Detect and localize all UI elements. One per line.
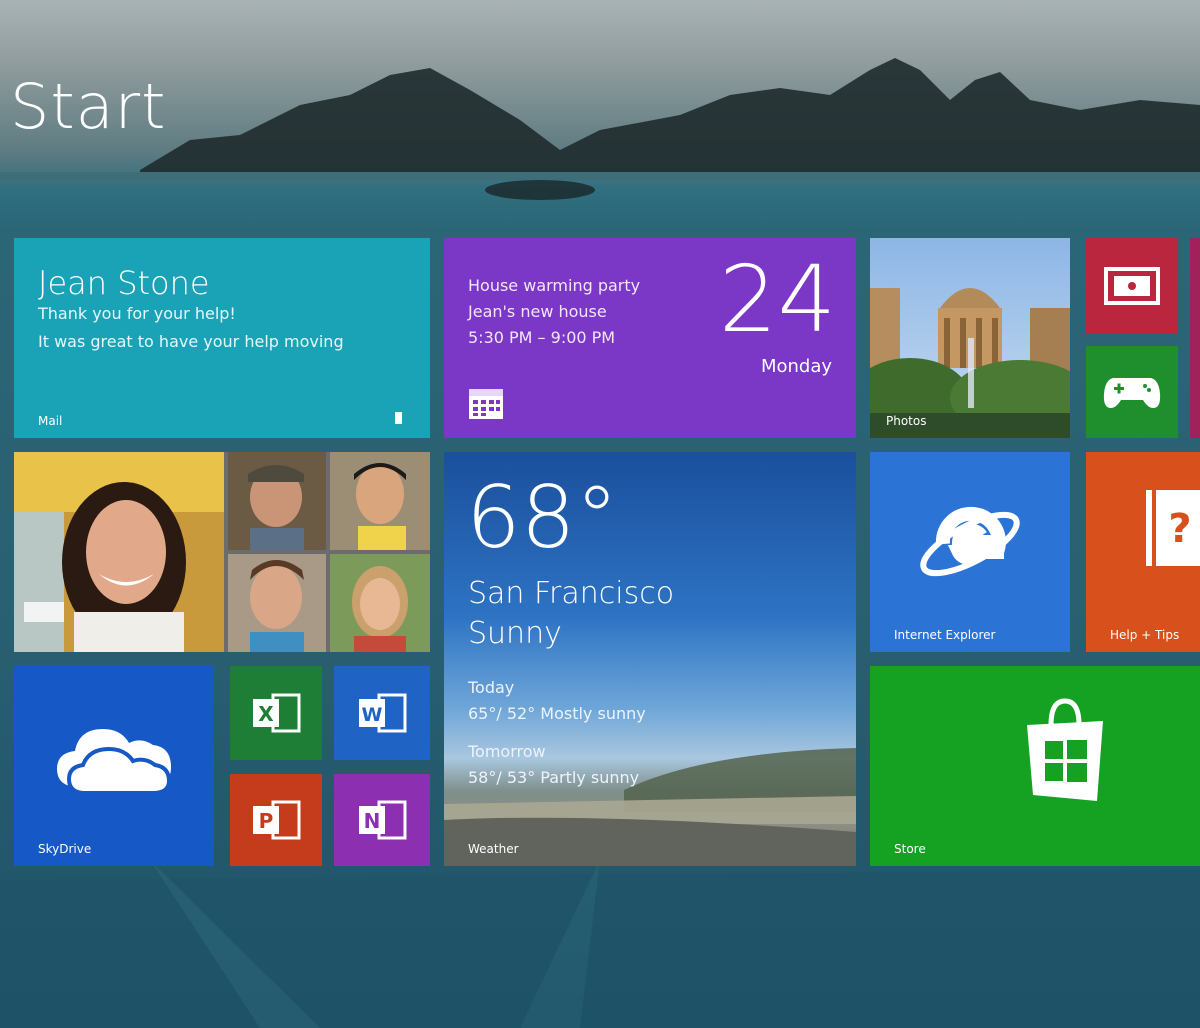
word-icon-wrap: W bbox=[334, 666, 430, 760]
weather-city: San Francisco bbox=[468, 576, 675, 611]
word-icon: W bbox=[359, 693, 407, 733]
internet-explorer-tile[interactable]: Internet Explorer bbox=[870, 452, 1070, 652]
photos-tile[interactable]: Photos bbox=[870, 238, 1070, 438]
skydrive-label: SkyDrive bbox=[38, 842, 92, 856]
onenote-icon: N bbox=[359, 800, 407, 840]
weather-today-forecast: 65°/ 52° Mostly sunny bbox=[468, 704, 646, 723]
weather-today-label: Today bbox=[468, 678, 515, 697]
help-tips-tile[interactable]: ? Help + Tips bbox=[1086, 452, 1200, 652]
weather-temperature: 68° bbox=[466, 468, 619, 568]
games-icon-wrap bbox=[1086, 346, 1178, 438]
word-tile[interactable]: W bbox=[334, 666, 430, 760]
weather-tile[interactable]: 68° San Francisco Sunny Today 65°/ 52° M… bbox=[444, 452, 856, 866]
excel-icon-wrap: X bbox=[230, 666, 322, 760]
photos-label: Photos bbox=[886, 414, 927, 428]
background-landscape bbox=[0, 58, 1200, 200]
calendar-event-location: Jean's new house bbox=[468, 302, 607, 321]
mail-badge-icon bbox=[395, 412, 402, 424]
skydrive-tile[interactable]: SkyDrive bbox=[14, 666, 214, 866]
store-tile[interactable]: Store bbox=[870, 666, 1200, 866]
people-photos bbox=[14, 452, 430, 652]
calendar-day-number: 24 bbox=[718, 246, 836, 353]
svg-text:?: ? bbox=[1168, 506, 1191, 552]
store-bag-icon bbox=[1027, 698, 1103, 801]
svg-text:X: X bbox=[258, 702, 274, 726]
onenote-tile[interactable]: N bbox=[334, 774, 430, 866]
background-water bbox=[0, 860, 1200, 1028]
mail-preview-line-1: Thank you for your help! bbox=[38, 304, 236, 323]
powerpoint-icon-wrap: P bbox=[230, 774, 322, 866]
game-controller-icon bbox=[1103, 378, 1161, 408]
ie-icon-wrap bbox=[870, 472, 1070, 612]
store-label: Store bbox=[894, 842, 926, 856]
video-tile[interactable] bbox=[1086, 238, 1178, 334]
calendar-event-title: House warming party bbox=[468, 276, 641, 295]
excel-tile[interactable]: X bbox=[230, 666, 322, 760]
partial-tile[interactable] bbox=[1190, 238, 1200, 438]
video-icon bbox=[1104, 267, 1160, 305]
store-icon-wrap bbox=[1010, 690, 1120, 810]
internet-explorer-label: Internet Explorer bbox=[894, 628, 996, 642]
weather-condition: Sunny bbox=[468, 616, 562, 651]
svg-text:N: N bbox=[364, 809, 381, 833]
cloud-icon bbox=[57, 729, 172, 795]
powerpoint-tile[interactable]: P bbox=[230, 774, 322, 866]
weather-tomorrow-forecast: 58°/ 53° Partly sunny bbox=[468, 768, 640, 787]
video-icon-wrap bbox=[1086, 238, 1178, 334]
skydrive-icon-wrap bbox=[14, 686, 214, 826]
help-book-icon: ? bbox=[1146, 490, 1200, 566]
people-tile[interactable] bbox=[14, 452, 430, 652]
mail-preview-line-2: It was great to have your help moving bbox=[38, 332, 344, 351]
games-tile[interactable] bbox=[1086, 346, 1178, 438]
calendar-icon bbox=[469, 389, 503, 419]
excel-icon: X bbox=[253, 693, 301, 733]
weather-label: Weather bbox=[468, 842, 519, 856]
powerpoint-icon: P bbox=[253, 800, 301, 840]
calendar-weekday: Monday bbox=[760, 356, 832, 377]
photos-image bbox=[870, 238, 1070, 438]
mail-sender: Jean Stone bbox=[38, 264, 210, 302]
calendar-tile[interactable]: House warming party Jean's new house 5:3… bbox=[444, 238, 856, 438]
mail-label: Mail bbox=[38, 414, 63, 428]
mail-tile[interactable]: Jean Stone Thank you for your help! It w… bbox=[14, 238, 430, 438]
svg-text:W: W bbox=[362, 704, 383, 726]
svg-text:P: P bbox=[259, 809, 274, 833]
calendar-event-time: 5:30 PM – 9:00 PM bbox=[468, 328, 616, 347]
start-title: Start bbox=[10, 70, 167, 143]
onenote-icon-wrap: N bbox=[334, 774, 430, 866]
help-tips-label: Help + Tips bbox=[1110, 628, 1180, 642]
weather-tomorrow-label: Tomorrow bbox=[468, 742, 546, 761]
internet-explorer-icon bbox=[920, 506, 1020, 577]
